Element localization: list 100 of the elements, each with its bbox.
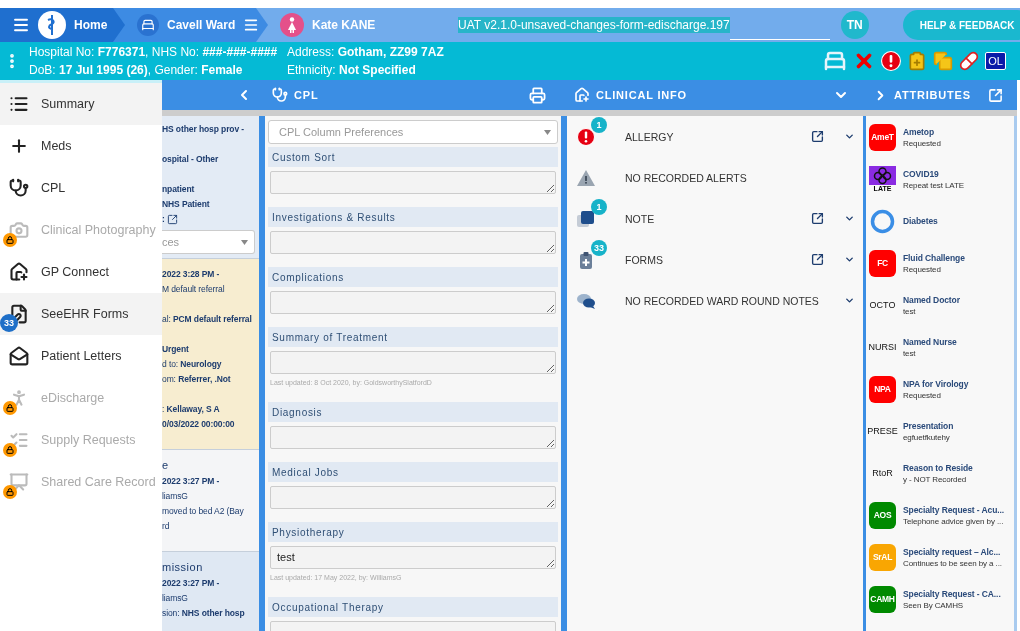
summary-text: NHS Patient [162,198,211,211]
chevron-icon[interactable] [844,213,855,224]
attribute-detail: Repeat test LATE [903,180,964,190]
section-title: ALLERGY [625,130,674,143]
camera-icon [9,220,29,240]
attribute-name[interactable]: Specialty Request - Acu... [903,504,1004,515]
squares-icon [576,209,596,228]
house-icon [9,262,29,282]
presentation-icon [9,472,29,492]
attribute-code: PRESE [869,425,896,438]
section-label: Complications [268,267,558,287]
section-label: Medical Jobs [268,462,558,482]
notes-field[interactable]: test [270,546,556,569]
notes-field[interactable] [270,351,556,374]
summary-text: om: Referrer, .Not [162,373,232,386]
attribute-tile: SrAL [869,543,896,571]
chat-icon [576,292,596,309]
attribute-code: RtoR [871,467,894,480]
attribute-code: NURSI [869,341,896,354]
alert-icon [577,127,595,146]
ring-icon [869,207,896,235]
section-label: Diagnosis [268,402,558,422]
summary-text: sion: NHS other hosp [162,607,246,620]
notes-field[interactable] [270,171,556,194]
clipboard-icon [579,250,593,269]
female-figure-icon [280,13,304,37]
menu-icon[interactable] [243,17,260,33]
clipboard-icon[interactable] [907,51,928,71]
attribute-name[interactable]: Ametop [903,126,941,137]
attribute-name[interactable]: NPA for Virology [903,378,969,389]
status-badge[interactable]: OL [985,52,1006,70]
attribute-name[interactable]: Specialty Request - CA... [903,588,1001,599]
chevron-icon[interactable] [844,131,855,142]
attribute-name[interactable]: Reason to Reside [903,462,973,473]
attribute-name[interactable]: Specialty request – Alc... [903,546,1002,557]
breadcrumb-link[interactable]: Home [0,8,125,42]
count-badge: 1 [591,198,607,215]
attribute-detail: y - NOT Recorded [903,474,968,484]
bed-icon[interactable] [823,49,848,73]
notes-field[interactable] [270,231,556,254]
attribute-detail: Requested [903,264,942,274]
breadcrumb-link[interactable]: Cavell Ward [113,8,268,42]
external-link-icon[interactable] [166,214,178,225]
stethoscope-icon [272,87,288,103]
section-title: FORMS [625,253,663,266]
section-label: Physiotherapy [268,522,558,542]
attribute-name[interactable]: Diabetes [903,216,938,226]
notes-field[interactable] [270,426,556,449]
notes-field[interactable] [270,486,556,509]
panel-title: ATTRIBUTES [894,89,971,101]
house-icon [574,87,590,103]
attribute-name[interactable]: Named Doctor [903,294,960,305]
external-link-icon[interactable] [811,212,824,225]
summary-text: moved to bed A2 (Bay [162,505,245,518]
attribute-detail: Telephone advice given by ... [903,516,1004,526]
caret-icon [544,129,551,135]
summary-text: 2022 3:27 PM - [162,577,221,590]
external-link-icon[interactable] [811,130,824,143]
summary-text: : [162,213,165,226]
attribute-detail: Continues to be seen by a ... [903,558,1002,568]
attribute-tile: CAMH [869,585,896,613]
count-badge: 33 [591,239,607,256]
menu-icon[interactable] [12,16,30,34]
printer-icon[interactable] [529,86,546,104]
menu-item[interactable]: 33 SeeEHR Forms [0,293,162,335]
summary-text: liamsG [162,490,189,503]
section-label: Investigations & Results [268,207,558,227]
caret-icon [241,239,248,245]
build-label: UAT v2.1.0-unsaved-changes-form-edischarge.197 [458,17,730,33]
attribute-tile: NPA [869,375,896,403]
list-icon [9,94,29,114]
attribute-name[interactable]: COVID19 [903,168,964,179]
panel-title: CPL [294,89,319,101]
card-heading: mission [162,560,204,575]
patient-detail: Ethnicity: Not Specified [287,62,417,78]
summary-text: M default referral [162,283,226,296]
attribute-detail: test [903,306,917,316]
chevron-icon[interactable] [844,254,855,265]
section-label: Occupational Therapy [268,597,558,617]
summary-text: d to: Neurology [162,358,223,371]
summary-text: 2022 3:28 PM - [162,268,221,281]
logo-icon [38,11,66,39]
menu-item[interactable]: Summary [0,83,162,125]
summary-text: npatient [162,183,196,196]
card-heading: e [162,458,170,473]
section-title: NO RECORDED ALERTS [625,171,747,184]
count-badge: 1 [591,116,607,133]
section-label: Custom Sort [268,147,558,167]
attribute-name[interactable]: Fluid Challenge [903,252,965,263]
attribute-name[interactable]: Presentation [903,420,954,431]
attribute-detail: Requested [903,138,941,148]
pill-icon[interactable] [959,51,980,71]
attribute-detail: Requested [903,390,942,400]
section-title: NO RECORDED WARD ROUND NOTES [625,294,819,307]
attribute-name[interactable]: Named Nurse [903,336,957,347]
external-link-icon[interactable] [811,253,824,266]
patient-detail: Hospital No: F776371, NHS No: ###-###-#### [29,44,279,60]
notes-field[interactable] [270,291,556,314]
attribute-detail: egfuetfkutehy [903,432,951,442]
chevron-icon[interactable] [844,295,855,306]
